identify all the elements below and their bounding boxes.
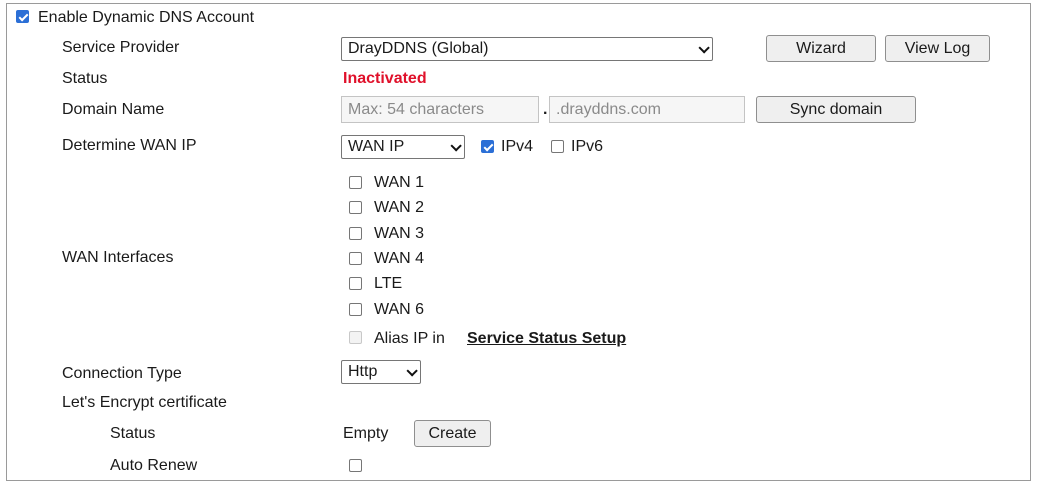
status-value: Inactivated [343,70,427,87]
ipv4-label: IPv4 [501,138,534,155]
connection-type-label: Connection Type [62,365,182,382]
alias-ip-checkbox [349,331,362,344]
auto-renew-label: Auto Renew [110,457,198,474]
wizard-button[interactable]: Wizard [766,35,876,62]
letsencrypt-status-value: Empty [343,425,389,442]
lte-checkbox[interactable] [349,277,362,290]
service-provider-label: Service Provider [62,39,180,56]
wan1-checkbox[interactable] [349,176,362,189]
service-provider-value: DrayDDNS (Global) [348,40,489,57]
status-label: Status [62,70,108,87]
create-button[interactable]: Create [414,420,491,447]
connection-type-select[interactable]: Http [341,360,421,384]
chevron-down-icon [450,138,458,158]
wan6-checkbox[interactable] [349,303,362,316]
domain-name-input[interactable]: Max: 54 characters [341,96,539,123]
wan3-label: WAN 3 [374,225,425,242]
chevron-down-icon [698,40,706,60]
wan-interfaces-label: WAN Interfaces [62,249,174,266]
wan-ip-value: WAN IP [348,138,405,155]
wan4-label: WAN 4 [374,250,425,267]
enable-account-label: Enable Dynamic DNS Account [38,9,255,26]
ipv6-checkbox[interactable] [551,140,564,153]
service-status-setup-link[interactable]: Service Status Setup [467,328,626,350]
view-log-button[interactable]: View Log [885,35,990,62]
wan2-label: WAN 2 [374,199,425,216]
domain-suffix-field: .drayddns.com [549,96,745,123]
wan4-checkbox[interactable] [349,252,362,265]
wan1-label: WAN 1 [374,174,425,191]
letsencrypt-label: Let's Encrypt certificate [62,394,227,411]
service-provider-select[interactable]: DrayDDNS (Global) [341,37,713,61]
domain-name-label: Domain Name [62,101,165,118]
determine-wan-ip-label: Determine WAN IP [62,137,197,154]
ipv4-checkbox[interactable] [481,140,494,153]
wan-ip-select[interactable]: WAN IP [341,135,465,159]
sync-domain-button[interactable]: Sync domain [756,96,916,123]
wan3-checkbox[interactable] [349,227,362,240]
domain-suffix: .drayddns.com [556,101,661,118]
wan6-label: WAN 6 [374,301,425,318]
wan2-checkbox[interactable] [349,201,362,214]
connection-type-value: Http [348,363,378,380]
lte-label: LTE [374,275,403,292]
enable-account-checkbox[interactable] [16,10,29,23]
domain-dot: . [543,101,548,118]
letsencrypt-status-label: Status [110,425,156,442]
chevron-down-icon [406,363,414,383]
ipv6-label: IPv6 [571,138,604,155]
alias-ip-label: Alias IP in [374,330,445,347]
auto-renew-checkbox[interactable] [349,459,362,472]
